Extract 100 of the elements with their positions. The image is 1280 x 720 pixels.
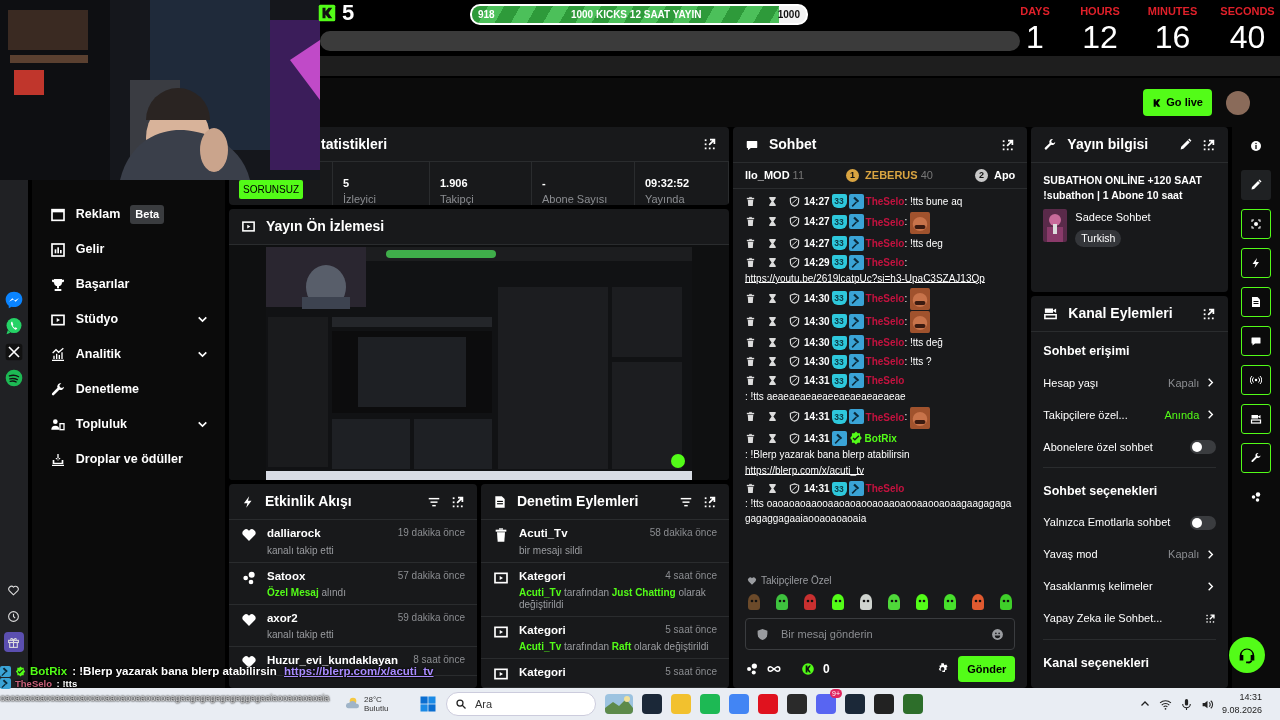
hourglass-icon[interactable] bbox=[766, 315, 778, 327]
ban-icon[interactable] bbox=[788, 483, 800, 495]
setting-row[interactable]: Abonelere özel sohbet bbox=[1031, 430, 1229, 463]
messenger-icon[interactable] bbox=[3, 290, 24, 310]
popout-icon[interactable] bbox=[702, 137, 717, 151]
ban-icon[interactable] bbox=[788, 216, 800, 228]
message-field[interactable]: Bir mesaj gönderin bbox=[744, 618, 1016, 650]
app-icon[interactable] bbox=[642, 694, 662, 714]
goal-start: 918 bbox=[478, 8, 495, 22]
hourglass-icon[interactable] bbox=[766, 195, 778, 207]
hourglass-icon[interactable] bbox=[766, 375, 778, 386]
username[interactable]: BotRix bbox=[864, 432, 897, 444]
gift-icon[interactable] bbox=[3, 632, 24, 652]
trash-icon[interactable] bbox=[744, 375, 756, 386]
wrench-icon[interactable] bbox=[1241, 443, 1272, 473]
go-live-button[interactable]: Go live bbox=[1143, 89, 1212, 116]
toggle-switch[interactable] bbox=[1190, 515, 1217, 530]
ban-icon[interactable] bbox=[788, 411, 800, 423]
trash-icon[interactable] bbox=[744, 483, 756, 495]
ban-icon[interactable] bbox=[788, 432, 800, 444]
hourglass-icon[interactable] bbox=[766, 432, 778, 444]
popout-icon[interactable] bbox=[1202, 137, 1217, 152]
document-icon[interactable] bbox=[1241, 287, 1272, 317]
setting-row[interactable]: Yavaş mod Kapalı bbox=[1031, 538, 1229, 571]
trash-icon[interactable] bbox=[744, 292, 756, 304]
dots-icon bbox=[240, 569, 257, 586]
app-icon[interactable] bbox=[787, 694, 807, 714]
video-card-icon[interactable] bbox=[1241, 404, 1272, 434]
trash-icon[interactable] bbox=[744, 411, 756, 423]
nav-item[interactable]: Droplar ve ödüller bbox=[49, 442, 209, 477]
bolt-icon[interactable] bbox=[1241, 248, 1272, 278]
hourglass-icon[interactable] bbox=[766, 256, 778, 268]
edit-icon[interactable] bbox=[1179, 138, 1193, 151]
hourglass-icon[interactable] bbox=[766, 292, 778, 304]
heart-icon bbox=[746, 575, 757, 586]
hourglass-icon[interactable] bbox=[766, 483, 778, 495]
chat-icon[interactable] bbox=[1241, 326, 1272, 356]
setting-row[interactable]: Yasaklanmış kelimeler bbox=[1031, 570, 1229, 603]
trash-icon[interactable] bbox=[744, 356, 756, 368]
trash-icon[interactable] bbox=[744, 237, 756, 249]
message-input[interactable]: Bir mesaj gönderin bbox=[778, 624, 982, 644]
popout-icon[interactable] bbox=[450, 494, 465, 509]
wifi-icon[interactable] bbox=[1158, 697, 1172, 711]
trash-icon[interactable] bbox=[744, 337, 756, 349]
app-icon[interactable] bbox=[874, 694, 894, 714]
trash-icon[interactable] bbox=[744, 195, 756, 207]
popout-icon[interactable] bbox=[1001, 137, 1016, 152]
ban-icon[interactable] bbox=[788, 315, 800, 327]
status-tag: SORUNSUZ bbox=[238, 180, 304, 199]
ban-icon[interactable] bbox=[788, 256, 800, 268]
hourglass-icon[interactable] bbox=[766, 337, 778, 349]
trash-icon[interactable] bbox=[744, 256, 756, 268]
nav-item[interactable]: Reklam Beta bbox=[49, 197, 209, 232]
app-icon[interactable] bbox=[845, 694, 865, 714]
message-link[interactable]: https://blerp.com/x/acuti_tv bbox=[744, 464, 864, 476]
ban-icon[interactable] bbox=[788, 195, 800, 207]
nav-item[interactable]: Denetleme bbox=[49, 372, 209, 407]
setting-row[interactable]: Yalnızca Emotlarla sohbet bbox=[1031, 506, 1229, 539]
action-title: Kategori bbox=[518, 622, 566, 638]
search-field[interactable]: Ara bbox=[473, 694, 553, 714]
message-link[interactable]: https://youtu.be/2619lcatpUc?si=h3-UpaC3SZAJ13Qp bbox=[744, 272, 985, 284]
toggle-switch[interactable] bbox=[1190, 439, 1217, 454]
hourglass-icon[interactable] bbox=[766, 216, 778, 228]
dots-icon[interactable] bbox=[744, 662, 759, 676]
nav-item[interactable]: Stüdyo bbox=[49, 302, 209, 337]
nav-item[interactable]: Analitik bbox=[49, 337, 209, 372]
popout-icon[interactable] bbox=[702, 494, 717, 509]
username: Satoox bbox=[266, 568, 306, 584]
ban-icon[interactable] bbox=[788, 375, 800, 386]
setting-row[interactable]: Hesap yaşı Kapalı bbox=[1031, 366, 1229, 399]
emote-icon[interactable] bbox=[773, 592, 791, 610]
nav-item[interactable]: Gelir bbox=[49, 232, 209, 267]
setting-row[interactable]: Yapay Zeka ile Sohbet... bbox=[1031, 602, 1229, 635]
ban-icon[interactable] bbox=[788, 356, 800, 368]
nav-item[interactable]: Topluluk bbox=[49, 407, 209, 442]
setting-row[interactable]: Takipçilere özel... Anında bbox=[1031, 398, 1229, 431]
trash-icon[interactable] bbox=[744, 216, 756, 228]
avatar[interactable] bbox=[1226, 90, 1250, 115]
search-box[interactable]: Ara bbox=[446, 692, 596, 716]
hourglass-icon[interactable] bbox=[766, 237, 778, 249]
app-icon[interactable] bbox=[903, 694, 923, 714]
microphone-icon[interactable] bbox=[1179, 697, 1193, 711]
trash-icon[interactable] bbox=[744, 432, 756, 444]
x-app-icon[interactable] bbox=[3, 342, 24, 362]
edit-icon[interactable] bbox=[1241, 170, 1272, 200]
start-icon[interactable] bbox=[419, 695, 437, 713]
ban-icon[interactable] bbox=[788, 292, 800, 304]
hourglass-icon[interactable] bbox=[766, 356, 778, 368]
nav-item[interactable]: Başarılar bbox=[49, 267, 209, 302]
spotify-icon[interactable] bbox=[3, 368, 24, 388]
trash-icon[interactable] bbox=[744, 315, 756, 327]
broadcast-icon[interactable] bbox=[1241, 365, 1272, 395]
emoji-icon[interactable] bbox=[991, 627, 1005, 641]
clock-date: 9.08.2026 bbox=[1221, 704, 1262, 717]
ban-icon[interactable] bbox=[788, 337, 800, 349]
camera-frame-icon[interactable] bbox=[1241, 209, 1272, 239]
hourglass-icon[interactable] bbox=[766, 411, 778, 423]
popout-icon[interactable] bbox=[1202, 306, 1217, 321]
ban-icon[interactable] bbox=[788, 237, 800, 249]
send-button[interactable]: Gönder bbox=[958, 655, 1016, 683]
